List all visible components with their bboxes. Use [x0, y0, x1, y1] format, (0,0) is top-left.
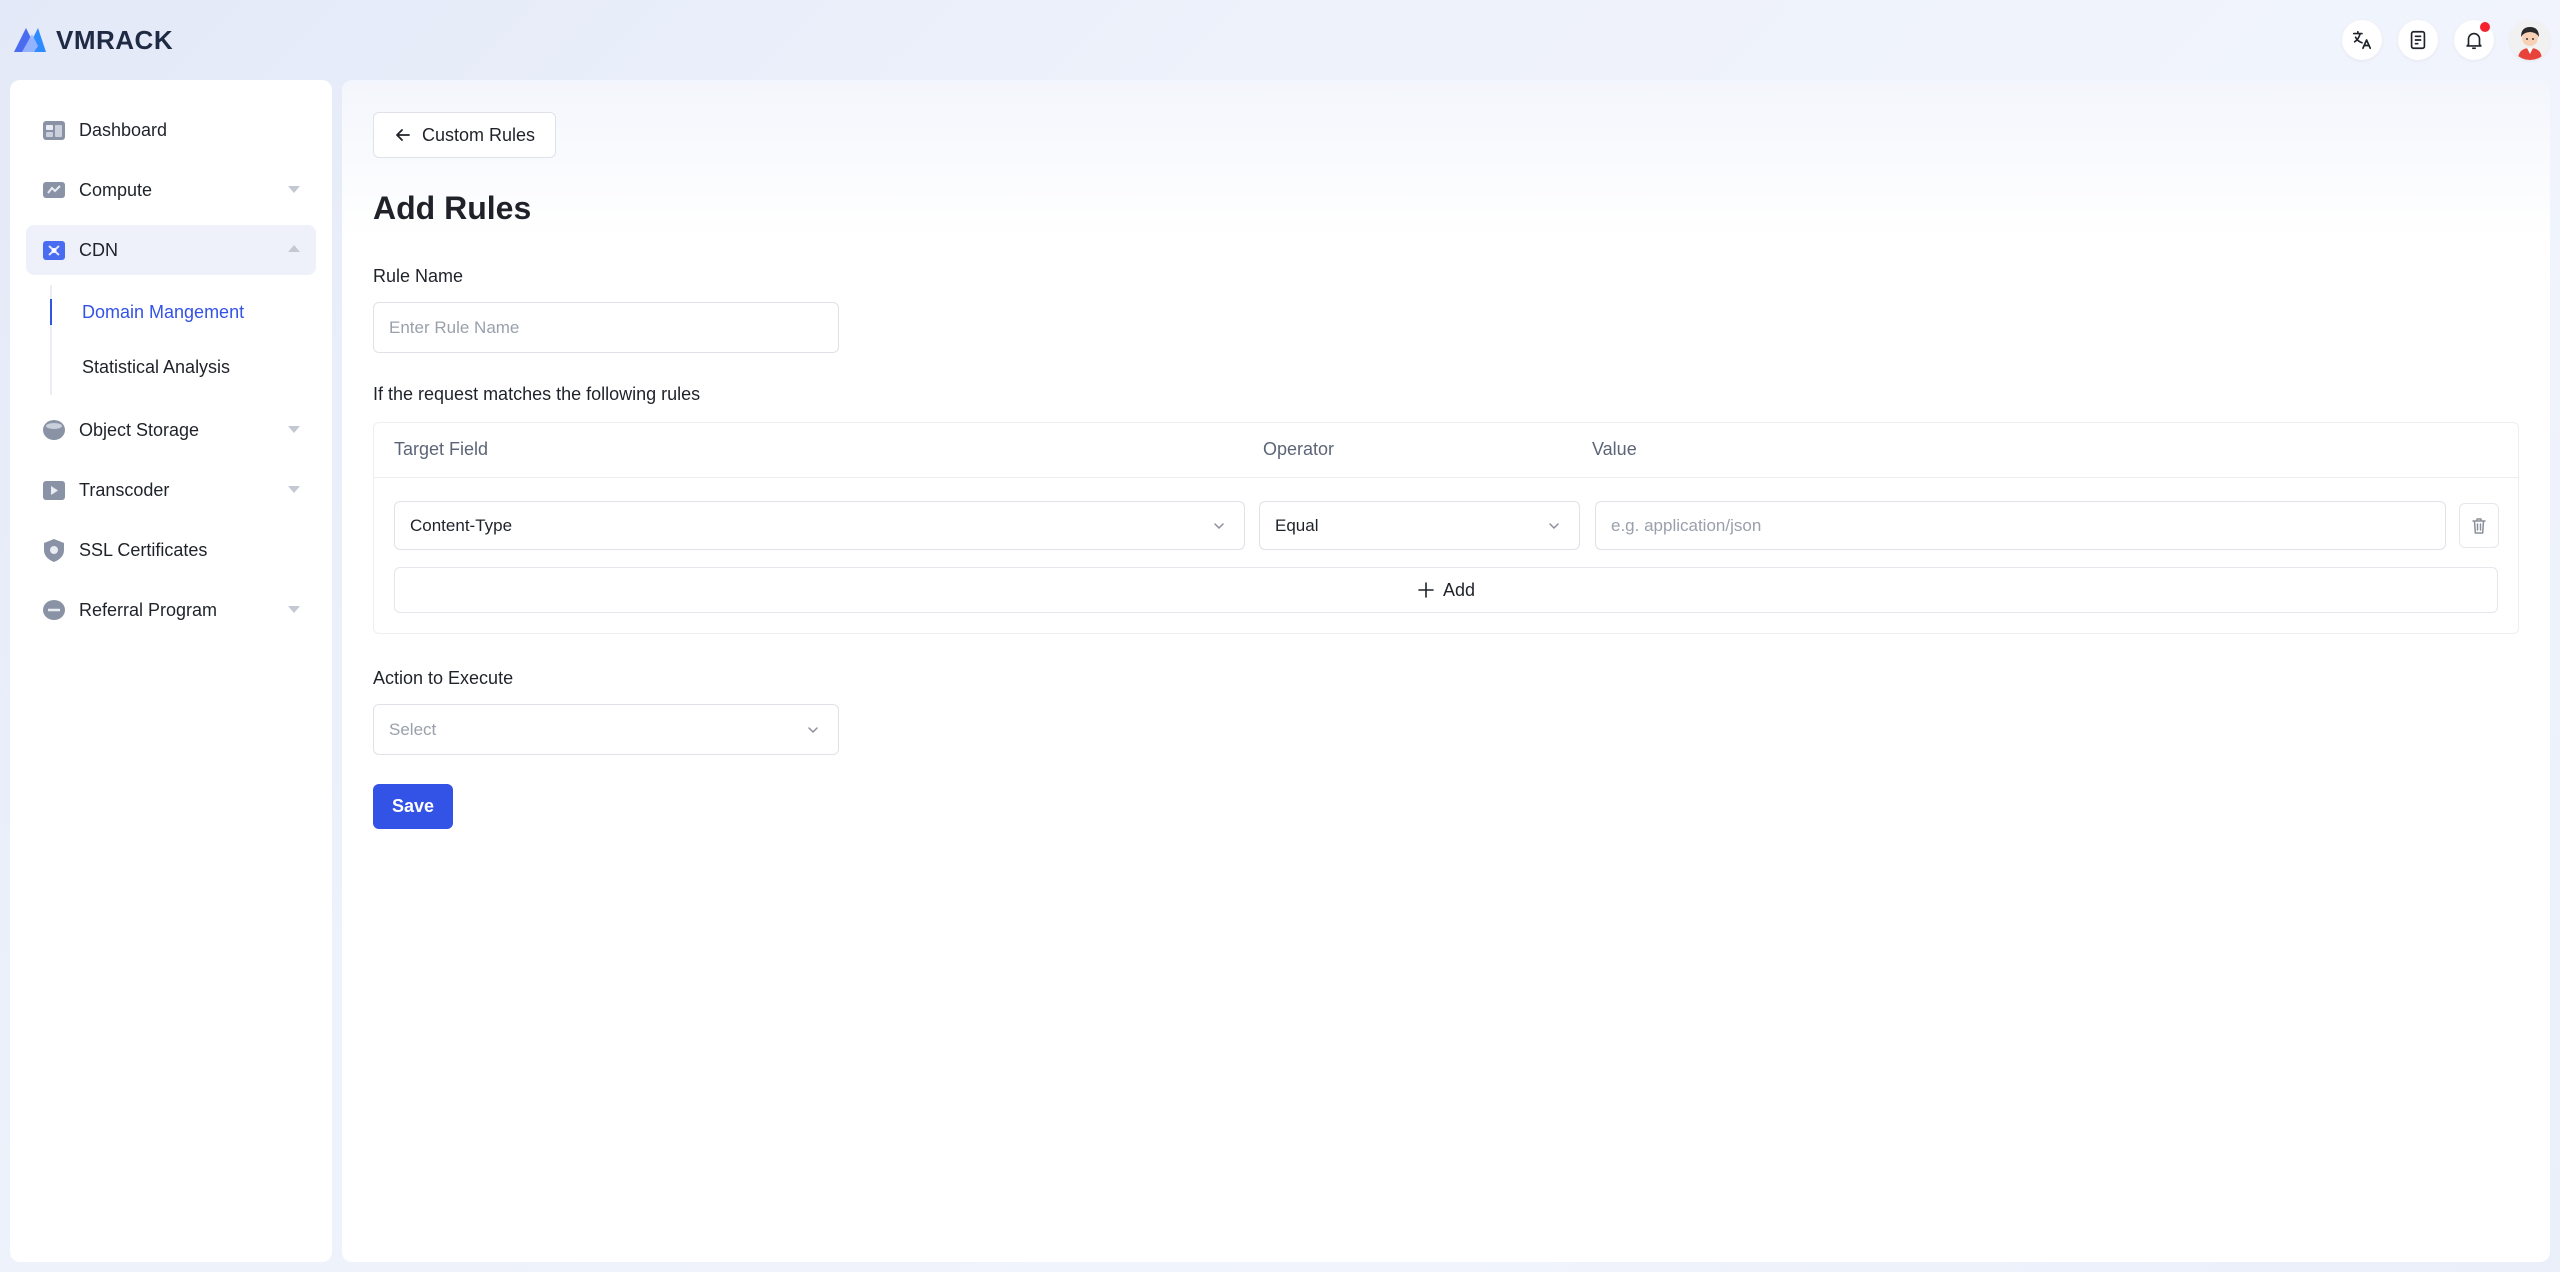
chevron-down-icon: [288, 606, 300, 613]
action-select-placeholder: Select: [389, 719, 437, 739]
sidebar-item-statistical-analysis[interactable]: Statistical Analysis: [50, 340, 316, 395]
chevron-down-icon: [1214, 522, 1224, 529]
page-title: Add Rules: [373, 190, 532, 226]
chevron-down-icon: [1549, 522, 1559, 529]
sidebar-item-cdn[interactable]: CDN: [26, 225, 316, 275]
sidebar-item-label: SSL Certificates: [79, 539, 208, 560]
avatar[interactable]: [2510, 20, 2550, 60]
main-content: Custom Rules Add Rules Rule Name If the …: [342, 80, 2550, 1262]
brand-name: VMRACK: [56, 24, 174, 55]
translate-icon: [2352, 30, 2372, 50]
plus-icon: [1418, 582, 1434, 598]
action-select[interactable]: Select: [373, 704, 839, 755]
chevron-up-icon: [288, 245, 300, 252]
ssl-icon: [40, 536, 68, 564]
sidebar-item-referral-program[interactable]: Referral Program: [26, 585, 316, 635]
language-button[interactable]: [2342, 20, 2382, 60]
back-button-label: Custom Rules: [422, 124, 536, 145]
notifications-button[interactable]: [2454, 20, 2494, 60]
sidebar-item-domain-management[interactable]: Domain Mangement: [50, 285, 316, 340]
dashboard-icon: [40, 116, 68, 144]
sidebar-item-compute[interactable]: Compute: [26, 165, 316, 215]
rules-table: Target Field Operator Value Content-Type…: [373, 422, 2519, 634]
chevron-down-icon: [288, 186, 300, 193]
trash-icon: [2472, 517, 2486, 534]
delete-rule-button[interactable]: [2459, 503, 2499, 548]
arrow-left-icon: [396, 129, 410, 141]
chevron-down-icon: [288, 486, 300, 493]
rule-name-input[interactable]: [373, 302, 839, 353]
storage-icon: [40, 416, 68, 444]
vmrack-logo-icon: [14, 28, 46, 52]
target-field-select[interactable]: Content-Type: [394, 501, 1245, 550]
column-header-target-field: Target Field: [394, 439, 489, 459]
sidebar-subitem-label: Statistical Analysis: [82, 357, 231, 377]
sidebar-item-object-storage[interactable]: Object Storage: [26, 405, 316, 455]
notification-badge: [2480, 22, 2490, 32]
sidebar-item-label: Compute: [79, 179, 153, 200]
save-button[interactable]: Save: [373, 784, 453, 829]
operator-value: Equal: [1275, 515, 1319, 535]
document-icon: [2410, 30, 2426, 50]
compute-icon: [40, 176, 68, 204]
back-to-custom-rules-button[interactable]: Custom Rules: [373, 112, 557, 158]
bell-icon: [2466, 32, 2482, 50]
add-rule-label: Add: [1442, 579, 1476, 600]
sidebar-item-label: Referral Program: [79, 599, 218, 620]
chevron-down-icon: [288, 426, 300, 433]
transcoder-icon: [40, 476, 68, 504]
cdn-icon: [40, 236, 68, 264]
column-header-value: Value: [1592, 439, 1637, 459]
referral-icon: [40, 596, 68, 624]
rules-table-header: Target Field Operator Value: [374, 423, 2518, 478]
sidebar-item-dashboard[interactable]: Dashboard: [26, 105, 316, 155]
sidebar-item-ssl-certificates[interactable]: SSL Certificates: [26, 525, 316, 575]
sidebar-item-label: Dashboard: [79, 119, 168, 140]
target-field-value: Content-Type: [410, 515, 513, 535]
action-label: Action to Execute: [373, 668, 514, 688]
add-rule-button[interactable]: Add: [394, 567, 2498, 613]
sidebar-item-label: Transcoder: [79, 479, 170, 500]
logo[interactable]: VMRACK: [10, 22, 173, 58]
top-bar: VMRACK: [0, 0, 2560, 80]
column-header-operator: Operator: [1263, 439, 1335, 459]
docs-button[interactable]: [2398, 20, 2438, 60]
rule-name-label: Rule Name: [373, 266, 464, 286]
rule-value-input[interactable]: [1595, 501, 2446, 550]
cdn-submenu: Domain Mangement Statistical Analysis: [50, 285, 316, 395]
sidebar-item-label: CDN: [79, 239, 118, 260]
sidebar-item-label: Object Storage: [79, 419, 200, 440]
sidebar-subitem-label: Domain Mangement: [82, 302, 245, 322]
avatar-icon: [2510, 20, 2550, 60]
sidebar: Dashboard Compute CDN Domain Mangement S…: [10, 80, 332, 1262]
sidebar-item-transcoder[interactable]: Transcoder: [26, 465, 316, 515]
chevron-down-icon: [808, 726, 818, 733]
match-rules-label: If the request matches the following rul…: [373, 384, 701, 404]
operator-select[interactable]: Equal: [1259, 501, 1580, 550]
